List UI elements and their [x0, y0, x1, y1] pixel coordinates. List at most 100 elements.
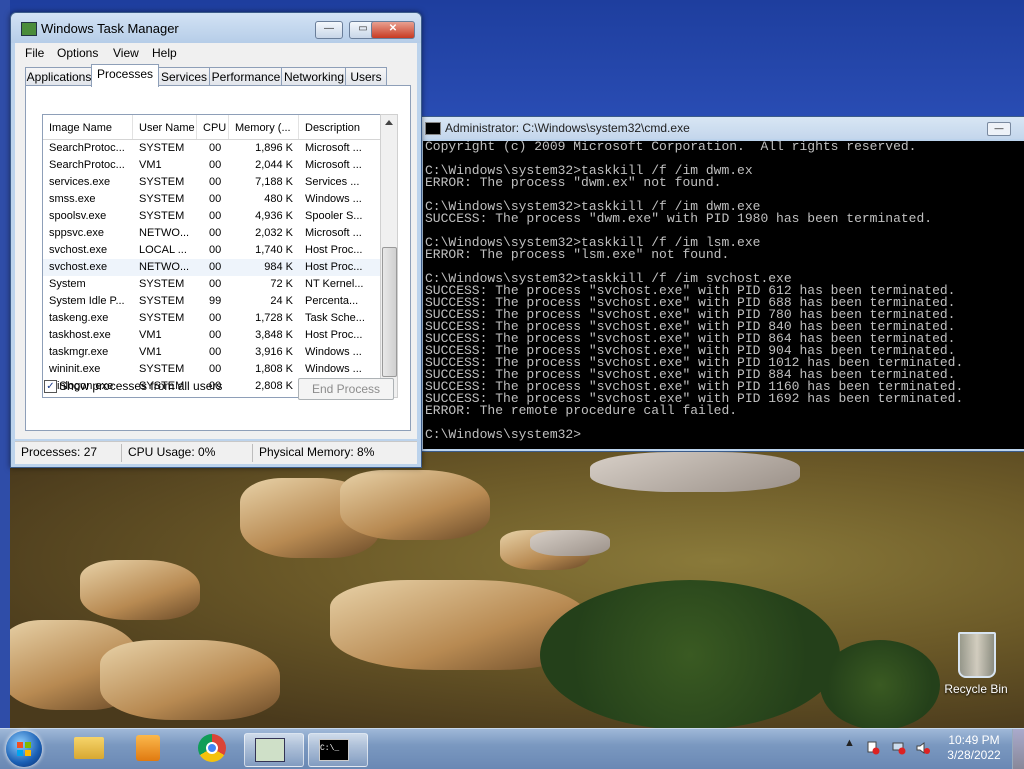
process-memory: 7,188 K	[255, 176, 293, 188]
process-image-name: svchost.exe	[49, 244, 108, 256]
menu-options[interactable]: Options	[57, 46, 98, 60]
show-desktop-button[interactable]	[1012, 729, 1024, 769]
status-memory: Physical Memory: 8%	[259, 445, 375, 459]
column-image-name[interactable]: Image Name	[43, 115, 133, 139]
tab-networking[interactable]: Networking	[281, 67, 347, 86]
volume-muted-icon[interactable]	[916, 741, 930, 755]
process-list-scrollbar[interactable]	[380, 114, 398, 398]
cmd-icon: C:\_	[319, 739, 349, 761]
show-all-processes-checkbox[interactable]: ✓	[44, 380, 57, 393]
process-row[interactable]: sppsvc.exe NETWO... 00 2,032 K Microsoft ...	[43, 225, 393, 242]
tab-users[interactable]: Users	[345, 67, 387, 86]
process-row[interactable]: spoolsv.exe SYSTEM 00 4,936 K Spooler S...	[43, 208, 393, 225]
process-user-name: SYSTEM	[139, 176, 185, 188]
minimize-button[interactable]: —	[987, 122, 1011, 136]
process-row[interactable]: taskeng.exe SYSTEM 00 1,728 K Task Sche...	[43, 310, 393, 327]
taskbar-task-manager[interactable]	[244, 733, 304, 767]
column-cpu[interactable]: CPU	[197, 115, 229, 139]
process-cpu: 00	[209, 329, 222, 341]
column-description[interactable]: Description	[299, 115, 393, 139]
desktop-edge	[0, 0, 10, 728]
process-row[interactable]: System SYSTEM 00 72 K NT Kernel...	[43, 276, 393, 293]
process-row[interactable]: System Idle P... SYSTEM 99 24 K Percenta...	[43, 293, 393, 310]
process-row[interactable]: wininit.exe SYSTEM 00 1,808 K Windows ...	[43, 361, 393, 378]
process-memory: 2,044 K	[255, 159, 293, 171]
tab-services[interactable]: Services	[157, 67, 211, 86]
task-manager-titlebar[interactable]: Windows Task Manager — ▭ ✕	[11, 13, 421, 43]
process-description: Percenta...	[305, 295, 359, 307]
process-memory: 2,808 K	[255, 380, 293, 392]
close-button[interactable]: ✕	[371, 21, 415, 39]
process-description: Host Proc...	[305, 261, 363, 273]
process-description: Windows ...	[305, 193, 362, 205]
tab-processes[interactable]: Processes	[91, 64, 159, 87]
minimize-button[interactable]: —	[315, 21, 343, 39]
action-center-icon[interactable]	[866, 741, 880, 755]
cmd-output-line: ERROR: The remote procedure call failed.	[425, 403, 738, 418]
process-memory: 3,848 K	[255, 329, 293, 341]
taskbar-cmd[interactable]: C:\_	[308, 733, 368, 767]
system-clock[interactable]: 10:49 PM 3/28/2022	[942, 733, 1006, 763]
process-memory: 2,032 K	[255, 227, 293, 239]
process-memory: 1,728 K	[255, 312, 293, 324]
taskbar-media-player[interactable]	[128, 733, 172, 765]
task-manager-body: Applications Processes Services Performa…	[15, 63, 417, 439]
process-memory: 1,896 K	[255, 142, 293, 154]
status-cpu: CPU Usage: 0%	[128, 445, 216, 459]
process-memory: 24 K	[270, 295, 293, 307]
process-image-name: sppsvc.exe	[49, 227, 105, 239]
cmd-titlebar[interactable]: Administrator: C:\Windows\system32\cmd.e…	[421, 117, 1024, 139]
process-image-name: System	[49, 278, 86, 290]
process-memory: 480 K	[264, 193, 293, 205]
scroll-thumb[interactable]	[382, 247, 397, 377]
cmd-title: Administrator: C:\Windows\system32\cmd.e…	[445, 121, 690, 135]
menu-file[interactable]: File	[25, 46, 44, 60]
process-list[interactable]: Image Name User Name CPU Memory (... Des…	[42, 114, 394, 398]
chrome-icon	[198, 734, 226, 762]
process-memory: 984 K	[264, 261, 293, 273]
rock	[530, 530, 610, 556]
process-row[interactable]: SearchProtoc... SYSTEM 00 1,896 K Microsoft …	[43, 140, 393, 157]
process-row[interactable]: svchost.exe NETWO... 00 984 K Host Proc...	[43, 259, 393, 276]
tray-show-hidden-icon[interactable]: ▲	[844, 737, 855, 749]
process-image-name: spoolsv.exe	[49, 210, 107, 222]
cmd-output-line: SUCCESS: The process "dwm.exe" with PID …	[425, 211, 933, 226]
cmd-window[interactable]: Administrator: C:\Windows\system32\cmd.e…	[420, 116, 1024, 452]
process-cpu: 00	[209, 227, 222, 239]
column-user-name[interactable]: User Name	[133, 115, 197, 139]
menu-help[interactable]: Help	[152, 46, 177, 60]
process-user-name: NETWO...	[139, 261, 190, 273]
process-row[interactable]: svchost.exe LOCAL ... 00 1,740 K Host Proc..…	[43, 242, 393, 259]
column-memory[interactable]: Memory (...	[229, 115, 299, 139]
start-button[interactable]	[6, 731, 42, 767]
recycle-bin[interactable]: Recycle Bin	[944, 632, 1014, 702]
end-process-button[interactable]: End Process	[298, 378, 394, 400]
menu-view[interactable]: View	[113, 46, 139, 60]
rock	[340, 470, 490, 540]
process-cpu: 00	[209, 312, 222, 324]
process-user-name: VM1	[139, 346, 162, 358]
task-manager-window[interactable]: Windows Task Manager — ▭ ✕ File Options …	[10, 12, 422, 468]
process-memory: 4,936 K	[255, 210, 293, 222]
taskbar-chrome[interactable]	[190, 733, 234, 765]
network-icon[interactable]	[892, 741, 906, 755]
process-row[interactable]: services.exe SYSTEM 00 7,188 K Services ...	[43, 174, 393, 191]
process-description: NT Kernel...	[305, 278, 364, 290]
taskbar-explorer[interactable]	[66, 733, 110, 765]
scroll-up-icon[interactable]	[385, 120, 393, 125]
clock-time: 10:49 PM	[948, 733, 1000, 747]
recycle-bin-icon	[958, 632, 996, 678]
process-row[interactable]: taskhost.exe VM1 00 3,848 K Host Proc...	[43, 327, 393, 344]
process-cpu: 00	[209, 244, 222, 256]
process-description: Task Sche...	[305, 312, 365, 324]
tab-performance[interactable]: Performance	[209, 67, 283, 86]
cmd-console[interactable]: Copyright (c) 2009 Microsoft Corporation…	[423, 141, 1024, 449]
process-row[interactable]: SearchProtoc... VM1 00 2,044 K Microsoft ...	[43, 157, 393, 174]
process-user-name: SYSTEM	[139, 312, 185, 324]
process-image-name: svchost.exe	[49, 261, 108, 273]
process-row[interactable]: taskmgr.exe VM1 00 3,916 K Windows ...	[43, 344, 393, 361]
process-description: Services ...	[305, 176, 360, 188]
process-row[interactable]: smss.exe SYSTEM 00 480 K Windows ...	[43, 191, 393, 208]
tab-applications[interactable]: Applications	[25, 67, 93, 86]
process-memory: 72 K	[270, 278, 293, 290]
